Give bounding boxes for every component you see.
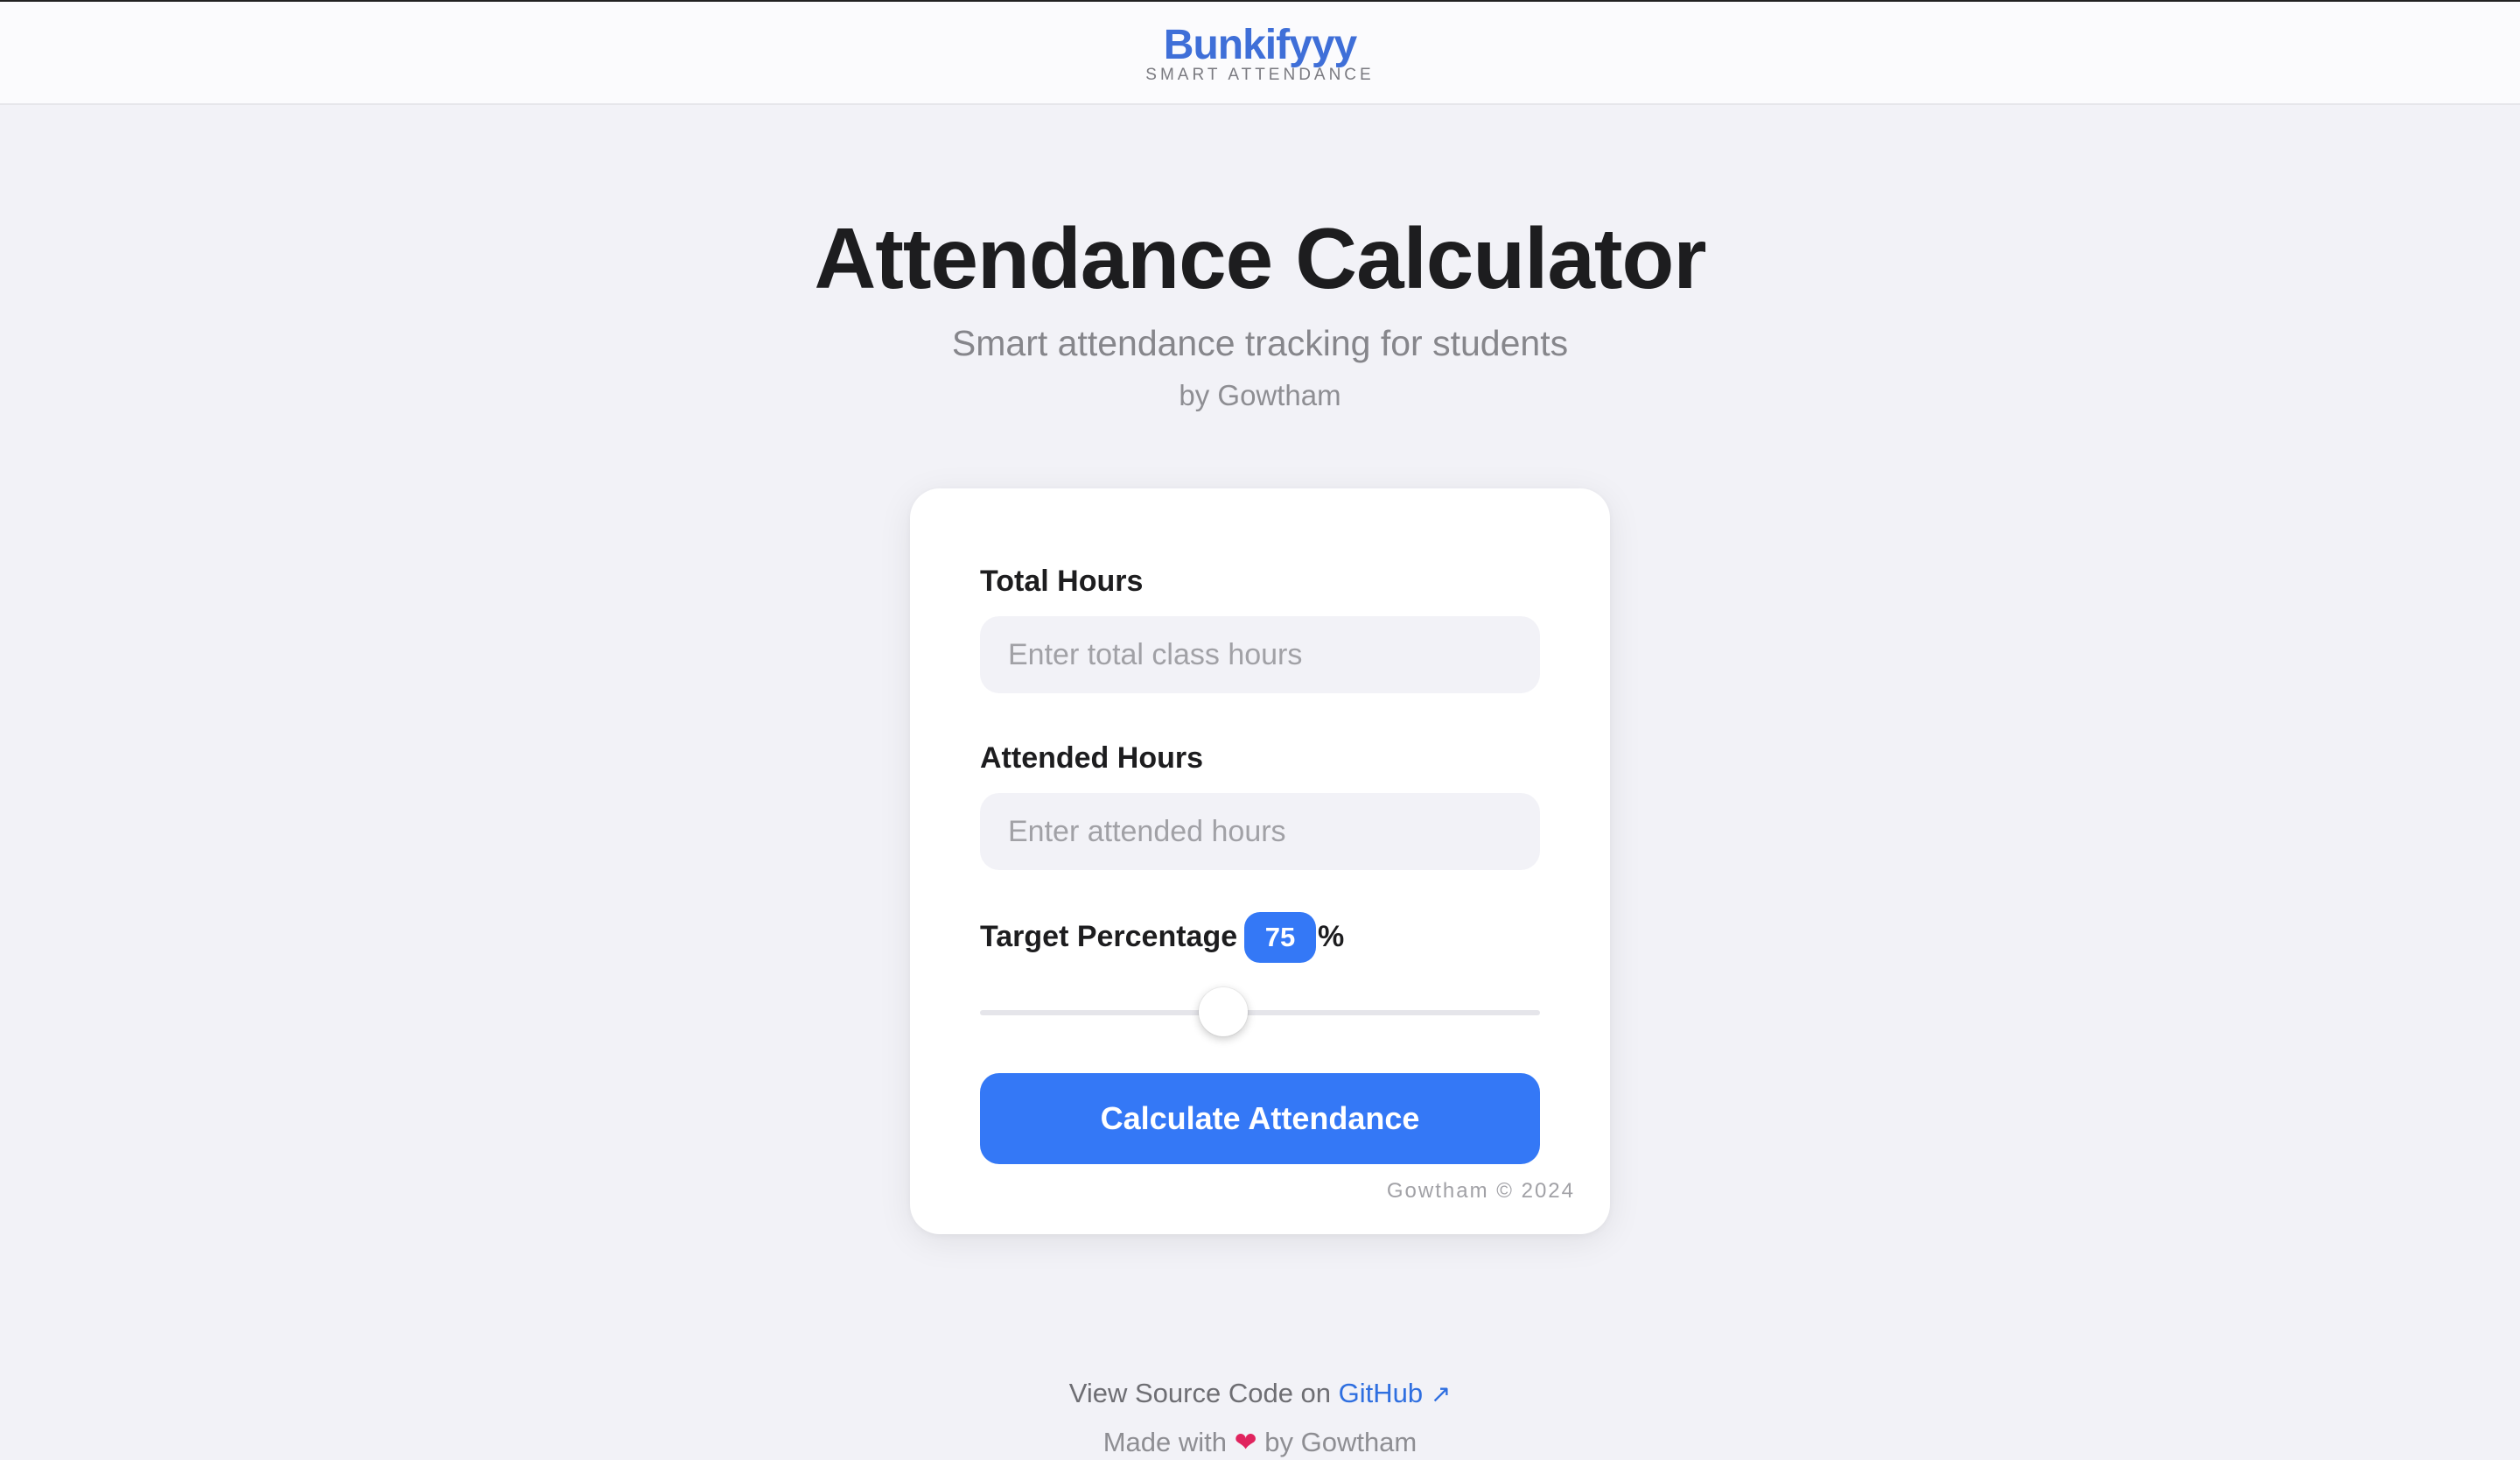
- total-hours-label: Total Hours: [980, 565, 1144, 598]
- footer-source-line: View Source Code on GitHub ↗: [0, 1376, 2520, 1412]
- target-percentage-label: Target Percentage: [980, 920, 1238, 953]
- heart-icon: ❤: [1234, 1427, 1257, 1457]
- target-percentage-value[interactable]: 75: [1244, 912, 1316, 963]
- card-copyright: Gowtham © 2024: [1386, 1179, 1575, 1203]
- calculator-card: Total Hours Attended Hours Target Percen…: [910, 488, 1610, 1234]
- attended-hours-label: Attended Hours: [980, 741, 1203, 775]
- brand-tagline: SMART ATTENDANCE: [1145, 66, 1375, 84]
- made-with-text: Made with: [1102, 1427, 1235, 1457]
- made-with-author: by Gowtham: [1256, 1427, 1418, 1457]
- top-navbar: Bunkifyyy SMART ATTENDANCE: [0, 0, 2520, 105]
- github-link[interactable]: GitHub ↗: [1339, 1378, 1452, 1408]
- attended-hours-input[interactable]: [980, 793, 1540, 870]
- footer-source-text: View Source Code on: [1068, 1378, 1339, 1408]
- slider-thumb[interactable]: [1199, 987, 1249, 1036]
- percent-sign: %: [1318, 920, 1345, 953]
- calculate-attendance-button[interactable]: Calculate Attendance: [980, 1073, 1540, 1164]
- page-title: Attendance Calculator: [814, 210, 1706, 306]
- target-percentage-slider[interactable]: [980, 1010, 1540, 1015]
- author-byline: by Gowtham: [1179, 379, 1341, 411]
- page-subtitle: Smart attendance tracking for students: [951, 323, 1569, 363]
- github-link-label: GitHub: [1338, 1378, 1424, 1408]
- brand-logo[interactable]: Bunkifyyy: [0, 21, 2520, 70]
- external-arrow-icon: ↗: [1430, 1380, 1452, 1407]
- total-hours-input[interactable]: [980, 616, 1540, 693]
- footer-made-with: Made with ❤ by Gowtham: [0, 1425, 2520, 1460]
